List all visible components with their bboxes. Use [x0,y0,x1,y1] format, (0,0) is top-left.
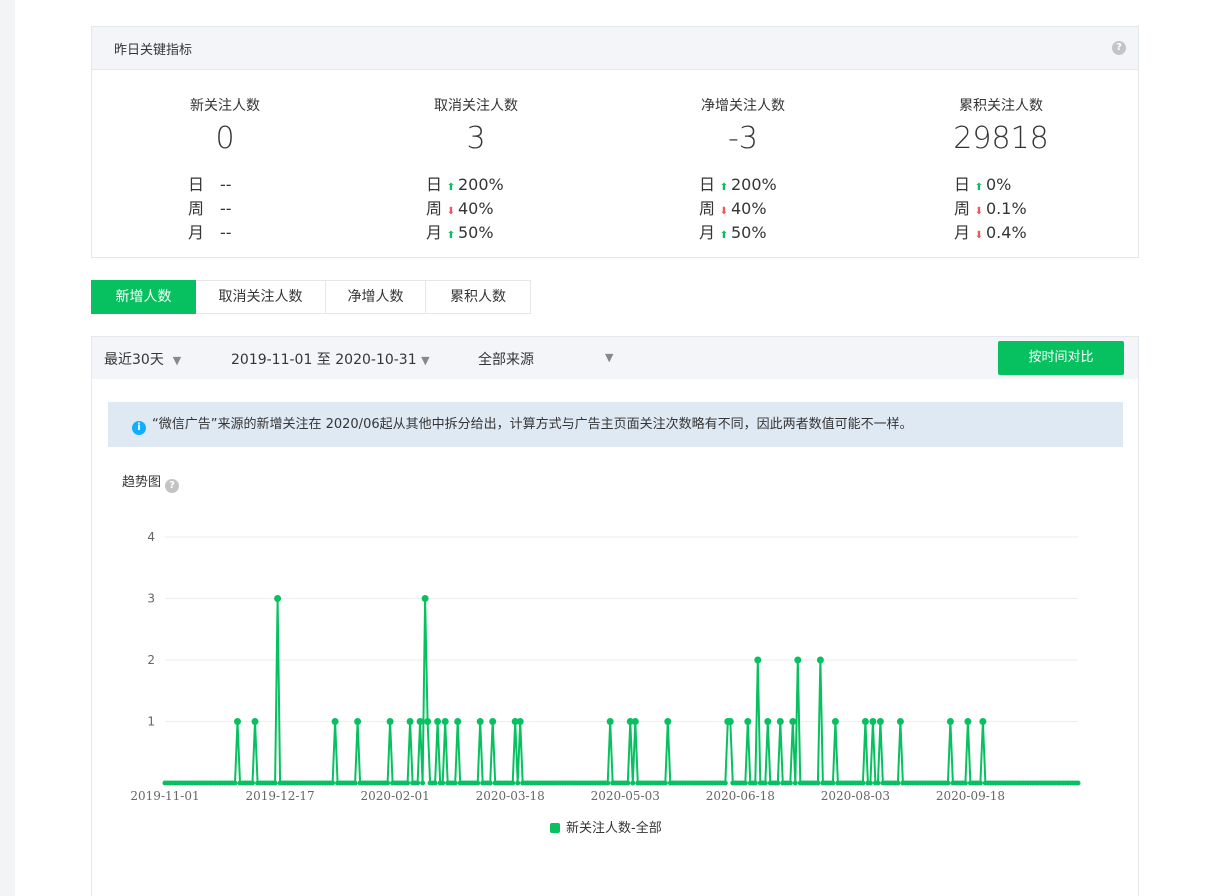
data-point [895,780,901,786]
data-point [869,718,877,725]
data-point [405,780,411,786]
data-point [510,780,516,786]
data-point [432,780,438,786]
data-point [722,780,728,786]
data-point [945,780,951,786]
y-tick-label: 4 [147,530,155,544]
data-point [234,718,241,725]
data-point [354,718,362,725]
y-tick-label: 1 [147,715,155,729]
data-point [515,780,521,786]
data-point [232,780,238,786]
data-point [605,780,611,786]
chart-legend[interactable]: 新关注人数-全部 [550,817,662,836]
data-point [664,718,672,725]
data-point [979,718,987,725]
data-point [421,595,429,602]
data-point [860,780,866,786]
data-point [516,718,524,725]
data-point [754,656,762,664]
data-point [352,780,358,786]
data-point [875,780,881,786]
data-point [476,718,484,725]
x-tick-label: 2019-11-01 [130,789,199,803]
data-point [861,718,869,725]
legend-label: 新关注人数-全部 [566,821,662,836]
data-point [631,718,639,725]
data-point [420,780,426,786]
data-point [752,780,758,786]
series-line [165,597,1078,784]
data-point [424,718,432,725]
trend-chart: 1 2 3 4 2019-11-01 2019-12-17 2020-02-01 2020-0… [130,530,1081,803]
y-tick-label: 2 [147,653,155,667]
data-point [452,780,458,786]
data-point [744,718,752,725]
data-point [331,718,339,725]
data-point [434,718,442,725]
data-point [415,780,421,786]
data-point [764,718,772,725]
data-point [441,718,449,725]
data-point [454,718,462,725]
data-point [762,780,768,786]
data-point [815,780,821,786]
data-point [630,780,636,786]
data-point [977,780,983,786]
data-point [831,718,839,725]
data-point [489,718,497,725]
data-point [662,780,668,786]
data-point [867,780,873,786]
data-point [787,780,793,786]
data-point [794,656,802,664]
data-point [385,780,391,786]
data-point [606,718,614,725]
legend-swatch [550,823,560,833]
data-point [962,780,968,786]
y-tick-label: 3 [147,592,155,606]
data-point [775,780,781,786]
data-point [742,780,748,786]
data-point [776,718,784,725]
data-point [1075,780,1081,786]
data-point [876,718,884,725]
data-point [250,780,255,786]
x-tick-label: 2020-08-03 [821,789,890,803]
data-point [792,780,798,786]
data-point [274,595,282,602]
data-point [251,718,259,725]
data-point [946,718,954,725]
data-point [789,718,797,725]
data-point [625,780,631,786]
data-point [330,780,336,786]
data-point [416,718,424,725]
x-tick-label: 2020-02-01 [361,789,430,803]
x-tick-label: 2020-03-18 [476,789,545,803]
data-point [726,718,734,725]
x-tick-label: 2020-05-03 [591,789,660,803]
x-tick-label: 2020-06-18 [706,789,775,803]
data-point [816,656,824,664]
data-point [386,718,394,725]
data-point [475,780,481,786]
x-tick-label: 2019-12-17 [245,789,314,803]
data-point [964,718,972,725]
data-point [896,718,904,725]
data-point [406,718,414,725]
data-point [272,780,278,786]
x-tick-label: 2020-09-18 [936,789,1005,803]
data-point [487,780,493,786]
data-point [830,780,836,786]
data-point [440,780,446,786]
